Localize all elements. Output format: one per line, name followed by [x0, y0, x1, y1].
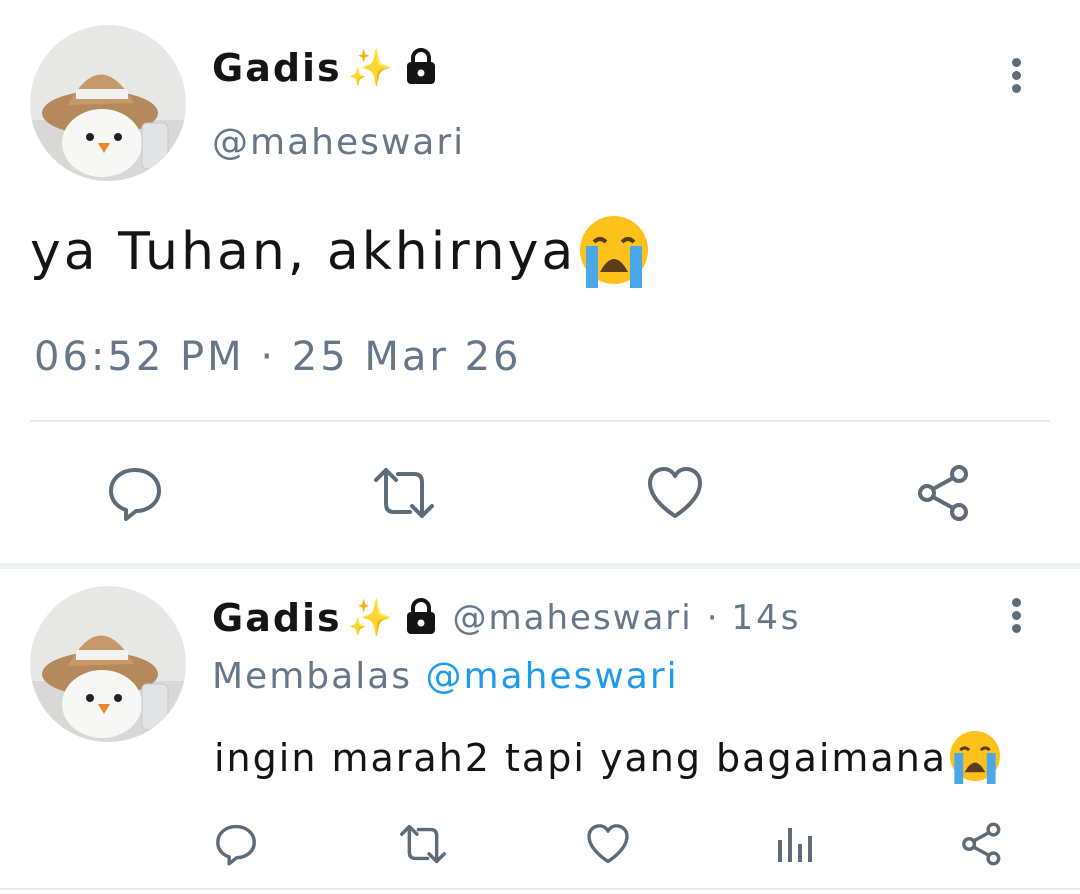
display-name[interactable]: Gadis	[212, 596, 342, 640]
more-options-icon[interactable]	[1010, 594, 1022, 637]
more-options-icon[interactable]	[1010, 54, 1022, 97]
handle[interactable]: @maheswari	[453, 598, 693, 638]
handle[interactable]: @maheswari	[212, 122, 465, 163]
like-icon[interactable]	[586, 822, 630, 866]
tweet-age[interactable]: 14s	[732, 598, 802, 638]
sparkle-icon: ✨	[347, 598, 393, 639]
reply-icon[interactable]	[106, 464, 164, 522]
display-name[interactable]: Gadis	[212, 46, 342, 90]
sparkle-icon: ✨	[347, 48, 393, 89]
replying-to-link[interactable]: @maheswari	[425, 656, 678, 697]
crying-face-icon	[947, 728, 1003, 788]
section-divider	[0, 563, 1080, 569]
retweet-icon[interactable]	[372, 464, 436, 522]
like-icon[interactable]	[646, 464, 704, 522]
tweet-text: ingin marah2 tapi yang bagaimana	[214, 736, 948, 780]
avatar[interactable]	[30, 586, 186, 742]
replying-label: Membalas	[212, 656, 413, 697]
lock-icon	[401, 46, 441, 90]
divider	[30, 420, 1050, 422]
avatar[interactable]	[30, 25, 186, 181]
analytics-icon[interactable]	[776, 822, 816, 866]
share-icon[interactable]	[960, 822, 1004, 866]
divider	[0, 888, 1080, 890]
lock-icon	[401, 596, 441, 640]
crying-face-icon	[576, 212, 652, 292]
timestamp[interactable]: 06:52 PM · 25 Mar 26	[34, 334, 521, 380]
tweet-text: ya Tuhan, akhirnya	[30, 222, 577, 282]
retweet-icon[interactable]	[398, 822, 448, 866]
separator: ·	[706, 598, 718, 638]
reply-icon[interactable]	[214, 822, 258, 866]
share-icon[interactable]	[915, 464, 973, 522]
